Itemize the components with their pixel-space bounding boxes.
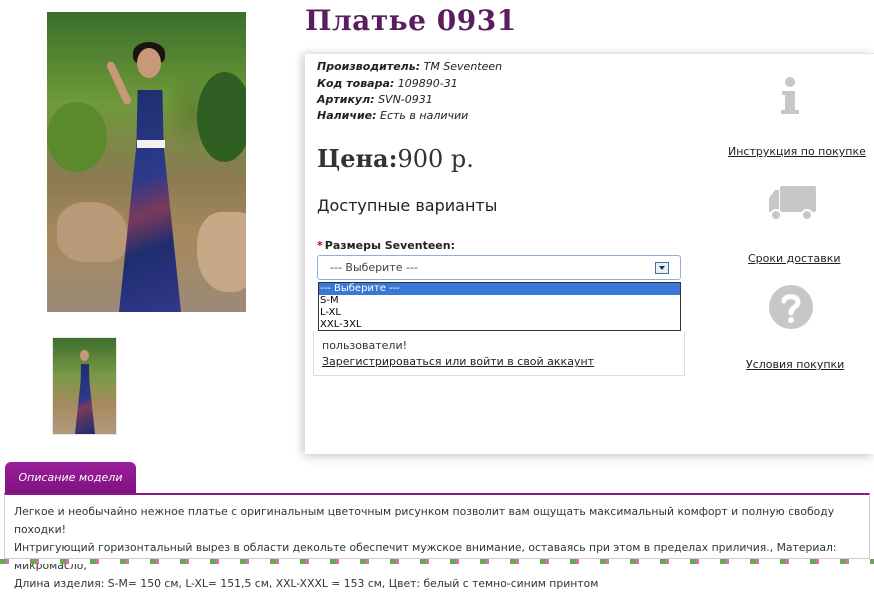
chevron-down-icon[interactable]	[655, 262, 669, 274]
stock-value: Есть в наличии	[380, 109, 469, 122]
article-label: Артикул:	[317, 93, 375, 106]
article-value: SVN-0931	[378, 93, 433, 106]
login-notice-box	[313, 331, 685, 376]
page-title: Платье 0931	[305, 4, 517, 37]
register-login-link[interactable]: Зарегистрироваться или войти в свой акка…	[322, 355, 594, 368]
size-option[interactable]: --- Выберите ---	[319, 283, 680, 295]
stock-label: Наличие:	[317, 109, 377, 122]
code-label: Код товара:	[317, 77, 395, 90]
conditions-link[interactable]: Условия покупки	[746, 358, 844, 371]
size-label: * Размеры Seventeen:	[317, 239, 455, 252]
product-main-photo[interactable]	[47, 12, 246, 312]
price: Цена:900 р.	[317, 144, 474, 173]
size-dropdown-list: --- Выберите --- S-M L-XL XXL-3XL	[318, 282, 681, 331]
size-select-value: --- Выберите ---	[330, 261, 418, 274]
description-line: Интригующий горизонтальный вырез в облас…	[14, 541, 837, 572]
tab-description-label: Описание модели	[18, 471, 123, 484]
decorative-footer-strip	[0, 559, 874, 564]
description-line: Легкое и необычайно нежное платье с ориг…	[14, 505, 835, 536]
question-icon[interactable]	[768, 284, 814, 330]
price-label: Цена:	[317, 144, 398, 173]
article-row: Артикул: SVN-0931	[317, 93, 433, 106]
code-value: 109890-31	[397, 77, 458, 90]
description-line: Длина изделия: S-M= 150 см, L-XL= 151,5 …	[14, 577, 599, 590]
size-select[interactable]: --- Выберите ---	[317, 255, 681, 280]
login-notice-text: пользователи!	[322, 339, 408, 352]
size-option[interactable]: L-XL	[319, 307, 680, 319]
truck-icon[interactable]	[767, 180, 819, 226]
manufacturer-value[interactable]: TM Seventeen	[424, 60, 503, 73]
size-option[interactable]: S-M	[319, 295, 680, 307]
delivery-link[interactable]: Сроки доставки	[748, 252, 841, 265]
description-text: Легкое и необычайно нежное платье с ориг…	[14, 503, 864, 593]
price-value: 900 р.	[397, 145, 474, 173]
manufacturer-row: Производитель: TM Seventeen	[317, 60, 502, 73]
code-row: Код товара: 109890-31	[317, 77, 458, 90]
manufacturer-label: Производитель:	[317, 60, 421, 73]
required-mark: *	[317, 239, 323, 252]
info-icon[interactable]	[767, 72, 813, 118]
size-label-text: Размеры Seventeen:	[324, 239, 455, 252]
product-thumbnail[interactable]	[52, 337, 117, 435]
size-option[interactable]: XXL-3XL	[319, 319, 680, 331]
stock-row: Наличие: Есть в наличии	[317, 109, 468, 122]
variants-heading: Доступные варианты	[317, 196, 498, 215]
instruction-link[interactable]: Инструкция по покупке	[728, 145, 866, 158]
tab-description[interactable]: Описание модели	[5, 462, 136, 494]
